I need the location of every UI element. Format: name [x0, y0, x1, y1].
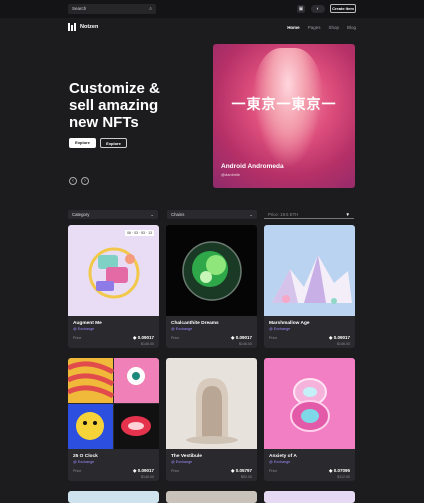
nft-exchange[interactable]: @ Exchange	[171, 460, 192, 464]
nft-name: Augment Me	[73, 321, 102, 326]
nft-exchange[interactable]: @ Exchange	[73, 460, 94, 464]
nft-image	[166, 358, 257, 449]
filter-icon: ▼	[345, 212, 350, 217]
nft-price: ◆ 0.07095	[329, 468, 350, 473]
search-placeholder: Search	[72, 6, 87, 11]
search-input[interactable]: Search ⌕	[68, 4, 156, 14]
brand[interactable]: Notzen	[68, 23, 98, 31]
theme-toggle-icon[interactable]: ◐	[311, 5, 325, 13]
chevron-right-icon[interactable]: ›	[81, 177, 89, 185]
nft-card[interactable]	[264, 491, 355, 503]
price-label: Price: 19.5 ETH	[268, 212, 299, 217]
price-label: Price	[73, 469, 82, 473]
nft-price: ◆ 0.09017	[133, 335, 154, 340]
explore-secondary-button[interactable]: Explore	[100, 138, 127, 148]
nft-usd: $112.00	[337, 475, 350, 479]
main-nav: Home Pages Shop Blog	[287, 25, 356, 30]
price-label: Price	[73, 336, 82, 340]
nft-card[interactable]: 25 O Clock @ Exchange Price ◆ 0.09017 $1…	[68, 358, 159, 481]
brand-name: Notzen	[80, 24, 99, 30]
price-label: Price	[269, 336, 278, 340]
nft-image	[166, 225, 257, 316]
nav-blog[interactable]: Blog	[347, 25, 356, 30]
nft-usd: $146.00	[337, 342, 350, 346]
price-label: Price	[269, 469, 278, 473]
nft-card[interactable]: Marshmallow Age @ Exchange Price ◆ 0.090…	[264, 225, 355, 348]
nft-exchange[interactable]: @ Exchange	[269, 460, 290, 464]
category-label: Category	[72, 212, 90, 217]
nav-shop[interactable]: Shop	[328, 25, 339, 30]
nft-name: Anxiety of A	[269, 454, 297, 459]
nft-price: ◆ 0.05797	[231, 468, 252, 473]
filter-bar: Category ⌄ Chains ⌄ Price: 19.5 ETH ▼	[68, 210, 356, 219]
logo-icon	[68, 23, 76, 31]
nft-image	[264, 358, 355, 449]
wallet-icon[interactable]: ▣	[297, 5, 305, 13]
price-label: Price	[171, 336, 180, 340]
nft-image	[68, 358, 159, 449]
chains-select[interactable]: Chains ⌄	[167, 210, 257, 219]
nft-price: ◆ 0.09017	[329, 335, 350, 340]
nft-card[interactable]	[166, 491, 257, 503]
nft-exchange[interactable]: @ Exchange	[171, 327, 192, 331]
chevron-down-icon: ⌄	[249, 212, 253, 217]
nft-image	[264, 225, 355, 316]
featured-title: Android Andromeda	[221, 163, 284, 170]
nft-exchange[interactable]: @ Exchange	[269, 327, 290, 331]
price-label: Price	[171, 469, 180, 473]
nft-exchange[interactable]: @ Exchange	[73, 327, 94, 331]
nft-card[interactable]: 06 · 03 · 53 · 13 Augment Me @ Exchange …	[68, 225, 159, 348]
chevron-left-icon[interactable]: ‹	[69, 177, 77, 185]
nft-stamp: 06 · 03 · 53 · 13	[125, 230, 154, 236]
nft-name: The Vestibule	[171, 454, 202, 459]
nft-usd: $146.00	[239, 342, 252, 346]
create-item-button[interactable]: Create Item	[330, 4, 356, 13]
explore-button[interactable]: Explore	[69, 138, 96, 148]
nft-name: Marshmallow Age	[269, 321, 310, 326]
nav-pages[interactable]: Pages	[308, 25, 321, 30]
hero-title: Customize & sell amazing new NFTs	[69, 80, 160, 131]
nft-image	[68, 225, 159, 316]
featured-user[interactable]: @danimile	[221, 172, 240, 177]
chevron-down-icon: ⌄	[150, 212, 154, 217]
price-filter[interactable]: Price: 19.5 ETH ▼	[264, 210, 354, 219]
nft-price: ◆ 0.09017	[133, 468, 154, 473]
nft-usd: $92.00	[241, 475, 252, 479]
featured-nft-card[interactable]: 一東京一東京一 Android Andromeda @danimile	[213, 44, 355, 188]
category-select[interactable]: Category ⌄	[68, 210, 158, 219]
nft-card[interactable]: The Vestibule @ Exchange Price ◆ 0.05797…	[166, 358, 257, 481]
nft-card[interactable]: Anxiety of A @ Exchange Price ◆ 0.07095 …	[264, 358, 355, 481]
nft-name: 25 O Clock	[73, 454, 98, 459]
top-bar: Search ⌕ ▣ ◐ Create Item	[0, 0, 424, 18]
nft-card[interactable]: Chalcanthite Dreams @ Exchange Price ◆ 0…	[166, 225, 257, 348]
nft-price: ◆ 0.09017	[231, 335, 252, 340]
search-icon[interactable]: ⌕	[149, 4, 152, 14]
nft-usd: $146.00	[141, 342, 154, 346]
chains-label: Chains	[171, 212, 185, 217]
nft-name: Chalcanthite Dreams	[171, 321, 219, 326]
nav-home[interactable]: Home	[287, 25, 300, 30]
nft-usd: $146.00	[141, 475, 154, 479]
featured-kanji: 一東京一東京一	[231, 96, 337, 112]
nft-card[interactable]	[68, 491, 159, 503]
